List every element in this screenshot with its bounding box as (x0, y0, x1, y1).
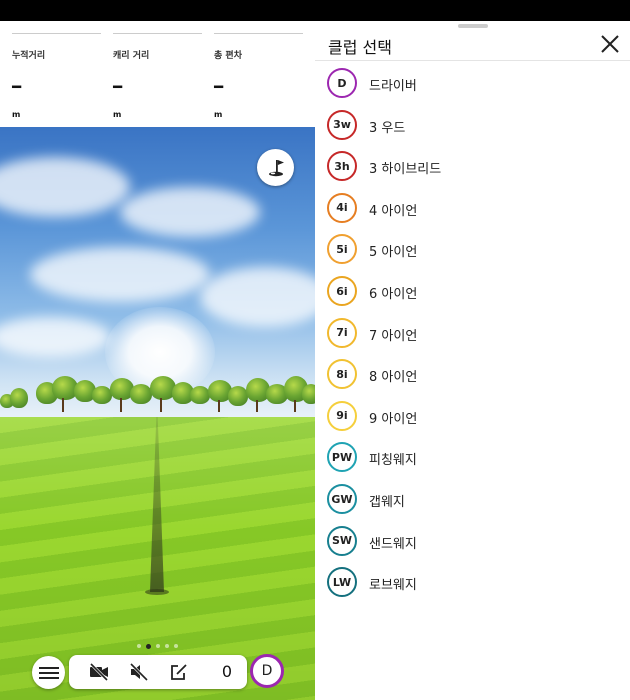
stat-unit: m (113, 110, 122, 119)
club-badge: 8i (327, 359, 357, 390)
club-name: 4 아이언 (369, 203, 418, 219)
club-item[interactable]: SW 샌드웨지 (315, 520, 630, 561)
shot-stats-panel: 누적거리 ━ m 캐리 거리 ━ m 총 편차 ━ m (0, 21, 315, 127)
tree (92, 386, 112, 404)
club-name: 피칭웨지 (369, 453, 417, 469)
current-club-label: D (261, 663, 273, 679)
club-name: 로브웨지 (369, 578, 417, 594)
edit-note-icon (171, 664, 187, 680)
club-item[interactable]: 6i 6 아이언 (315, 270, 630, 311)
close-button[interactable] (599, 33, 621, 55)
stat-carry-distance: 캐리 거리 ━ m (113, 21, 203, 127)
tree-trunk (120, 398, 122, 412)
club-item[interactable]: 5i 5 아이언 (315, 228, 630, 269)
edit-note-button[interactable] (161, 655, 197, 689)
stat-divider (12, 33, 101, 34)
club-name: 3 하이브리드 (369, 162, 442, 178)
close-icon (601, 35, 619, 53)
tree (190, 386, 210, 404)
tree-trunk (160, 398, 162, 412)
tree-trunk (294, 400, 296, 412)
pin-view-button[interactable] (257, 149, 294, 186)
club-name: 9 아이언 (369, 411, 418, 427)
stat-total-distance: 누적거리 ━ m (12, 21, 102, 127)
stat-unit: m (214, 110, 223, 119)
club-item[interactable]: 3h 3 하이브리드 (315, 145, 630, 186)
club-name: 7 아이언 (369, 328, 418, 344)
club-badge: PW (327, 442, 357, 473)
club-select-panel: 클럽 선택 D 드라이버 3w 3 우드 3h 3 하이브리드 4i 4 아이언 5i 5 아이언… (315, 21, 630, 700)
stat-total-deviation: 총 편차 ━ m (214, 21, 304, 127)
course-scene: 0 D (0, 127, 315, 700)
club-badge: LW (327, 567, 357, 598)
club-badge: 3w (327, 109, 357, 140)
club-name: 3 우드 (369, 120, 406, 136)
tree (302, 384, 315, 404)
club-name: 드라이버 (369, 79, 417, 94)
stat-value: ━ (214, 78, 224, 96)
tree (130, 384, 152, 404)
stat-value: ━ (113, 78, 123, 96)
stat-unit: m (12, 110, 21, 119)
club-badge: 6i (327, 276, 357, 306)
club-badge: SW (327, 525, 357, 556)
panel-divider (315, 60, 630, 61)
video-off-icon (89, 663, 109, 681)
cloud (120, 187, 260, 237)
tree (10, 388, 28, 408)
stat-value: ━ (12, 78, 22, 96)
club-item[interactable]: 8i 8 아이언 (315, 353, 630, 394)
club-badge: 3h (327, 151, 357, 182)
drag-handle[interactable] (458, 24, 488, 28)
flag-icon (268, 159, 284, 176)
shot-count: 0 (221, 662, 233, 681)
club-name: 샌드웨지 (369, 536, 417, 552)
club-name: 갭웨지 (369, 495, 405, 510)
status-bar (0, 0, 630, 21)
tree-trunk (218, 400, 220, 412)
club-badge: 9i (327, 400, 357, 431)
stat-divider (214, 33, 303, 34)
club-name: 5 아이언 (369, 245, 418, 261)
club-item[interactable]: 9i 9 아이언 (315, 395, 630, 436)
tree-trunk (62, 398, 64, 412)
page-dot (174, 644, 178, 648)
cloud (30, 247, 210, 302)
page-dot (165, 644, 169, 648)
tree (228, 386, 248, 406)
club-item[interactable]: 7i 7 아이언 (315, 312, 630, 353)
club-item[interactable]: 4i 4 아이언 (315, 187, 630, 228)
ball-marker (145, 589, 169, 595)
club-badge: D (327, 68, 357, 98)
menu-button[interactable] (32, 656, 65, 689)
stat-divider (113, 33, 202, 34)
tree-trunk (256, 400, 258, 412)
club-name: 8 아이언 (369, 370, 418, 386)
club-item[interactable]: 3w 3 우드 (315, 104, 630, 145)
club-item[interactable]: PW 피칭웨지 (315, 436, 630, 477)
club-item[interactable]: LW 로브웨지 (315, 561, 630, 602)
club-item[interactable]: D 드라이버 (315, 62, 630, 103)
game-toolbar: 0 (69, 655, 247, 689)
page-dot (156, 644, 160, 648)
page-dot-active (146, 643, 151, 649)
stat-label: 누적거리 (12, 51, 46, 61)
panel-title: 클럽 선택 (328, 38, 392, 57)
club-badge: 5i (327, 234, 357, 265)
club-badge: GW (327, 484, 357, 514)
club-badge: 4i (327, 192, 357, 223)
video-toggle-button[interactable] (81, 655, 117, 689)
game-view: 누적거리 ━ m 캐리 거리 ━ m 총 편차 ━ m 0 D (0, 21, 315, 700)
sound-toggle-button[interactable] (121, 655, 157, 689)
menu-icon (38, 666, 59, 679)
page-dot (137, 644, 141, 648)
current-club-button[interactable]: D (250, 654, 284, 688)
stat-label: 캐리 거리 (113, 51, 150, 61)
stat-label: 총 편차 (214, 51, 242, 61)
club-name: 6 아이언 (369, 287, 418, 302)
club-badge: 7i (327, 317, 357, 348)
club-item[interactable]: GW 갭웨지 (315, 478, 630, 519)
sound-off-icon (129, 663, 149, 681)
